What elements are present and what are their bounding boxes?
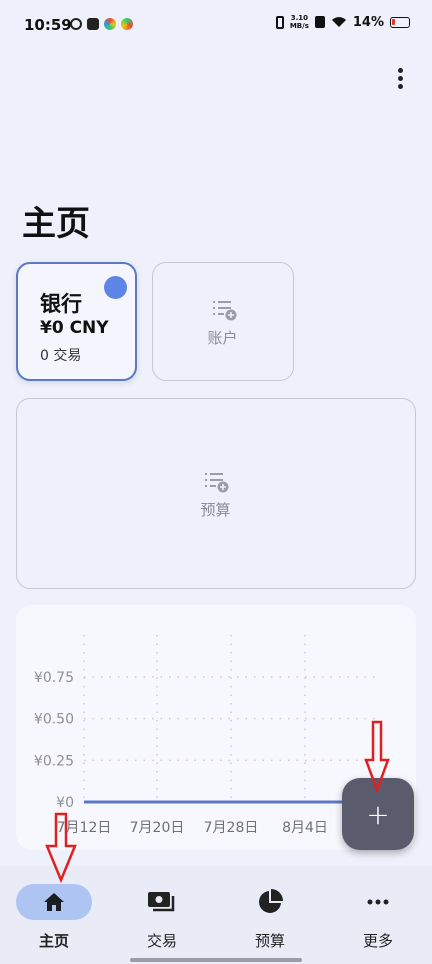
add-list-icon [205,473,229,493]
nav-item-pill [16,884,92,920]
chart-y-tick-label: ¥0.75 [34,670,74,686]
status-right: 3.10 MB/s 14% [275,14,410,30]
battery-icon [390,16,410,28]
battery-percent: 14% [352,14,384,30]
plus-icon: + [366,797,390,831]
gesture-bar [130,958,302,962]
chart-y-tick-label: ¥0.50 [34,712,74,728]
more-icon [367,899,389,905]
nav-item-label: 更多 [362,932,393,950]
nav-item-label: 预算 [254,932,285,950]
nav-item-more[interactable]: 更多 [324,866,432,964]
add-budget-label: 预算 [200,501,231,519]
add-account-card[interactable]: 账户 [152,262,294,381]
overflow-menu-button[interactable] [384,62,416,94]
status-time: 10:59 [24,16,72,34]
notification-icons [70,18,133,30]
nav-item-pill [340,884,416,920]
chart-y-tick-label: ¥0 [56,795,74,811]
nav-item-home[interactable]: 主页 [0,866,108,964]
chart-x-tick-label: 7月20日 [130,820,185,836]
bottom-navigation: 主页 交易 预算 更多 [0,866,432,964]
add-budget-card[interactable]: 预算 [16,398,416,589]
app-notification-icon [70,18,82,30]
chart-x-tick-label: 7月28日 [204,820,259,836]
inbox-notification-icon [87,18,99,30]
home-icon [44,893,64,911]
account-card-bank[interactable]: 银行 ¥0 CNY 0 交易 [16,262,137,381]
add-account-label: 账户 [207,329,238,347]
account-name: 银行 [40,292,82,316]
nav-item-pill [232,884,308,920]
app-color-icon [104,18,116,30]
nav-item-label: 交易 [146,932,177,950]
add-list-icon [213,301,237,321]
nav-item-budget[interactable]: 预算 [216,866,324,964]
wifi-icon [331,17,346,27]
status-bar: 10:59 3.10 MB/s 14% [0,0,432,52]
account-balance: ¥0 CNY [40,318,109,338]
nav-item-label: 主页 [38,932,69,950]
vibrate-icon [275,15,284,29]
transactions-icon [148,892,175,912]
account-transaction-count: 0 交易 [40,348,82,364]
budget-pie-icon [259,889,283,913]
chart-y-tick-label: ¥0.25 [34,753,74,769]
app-color-icon-2 [121,18,133,30]
nav-item-transactions[interactable]: 交易 [108,866,216,964]
sim-off-icon [314,16,325,28]
add-transaction-fab[interactable]: + [342,778,414,850]
network-speed: 3.10 MB/s [289,14,309,30]
chart-x-tick-label: 8月4日 [282,820,328,836]
chart-x-tick-label: 7月12日 [57,820,112,836]
account-color-dot [104,276,127,299]
nav-item-pill [124,884,200,920]
page-title: 主页 [22,204,90,244]
